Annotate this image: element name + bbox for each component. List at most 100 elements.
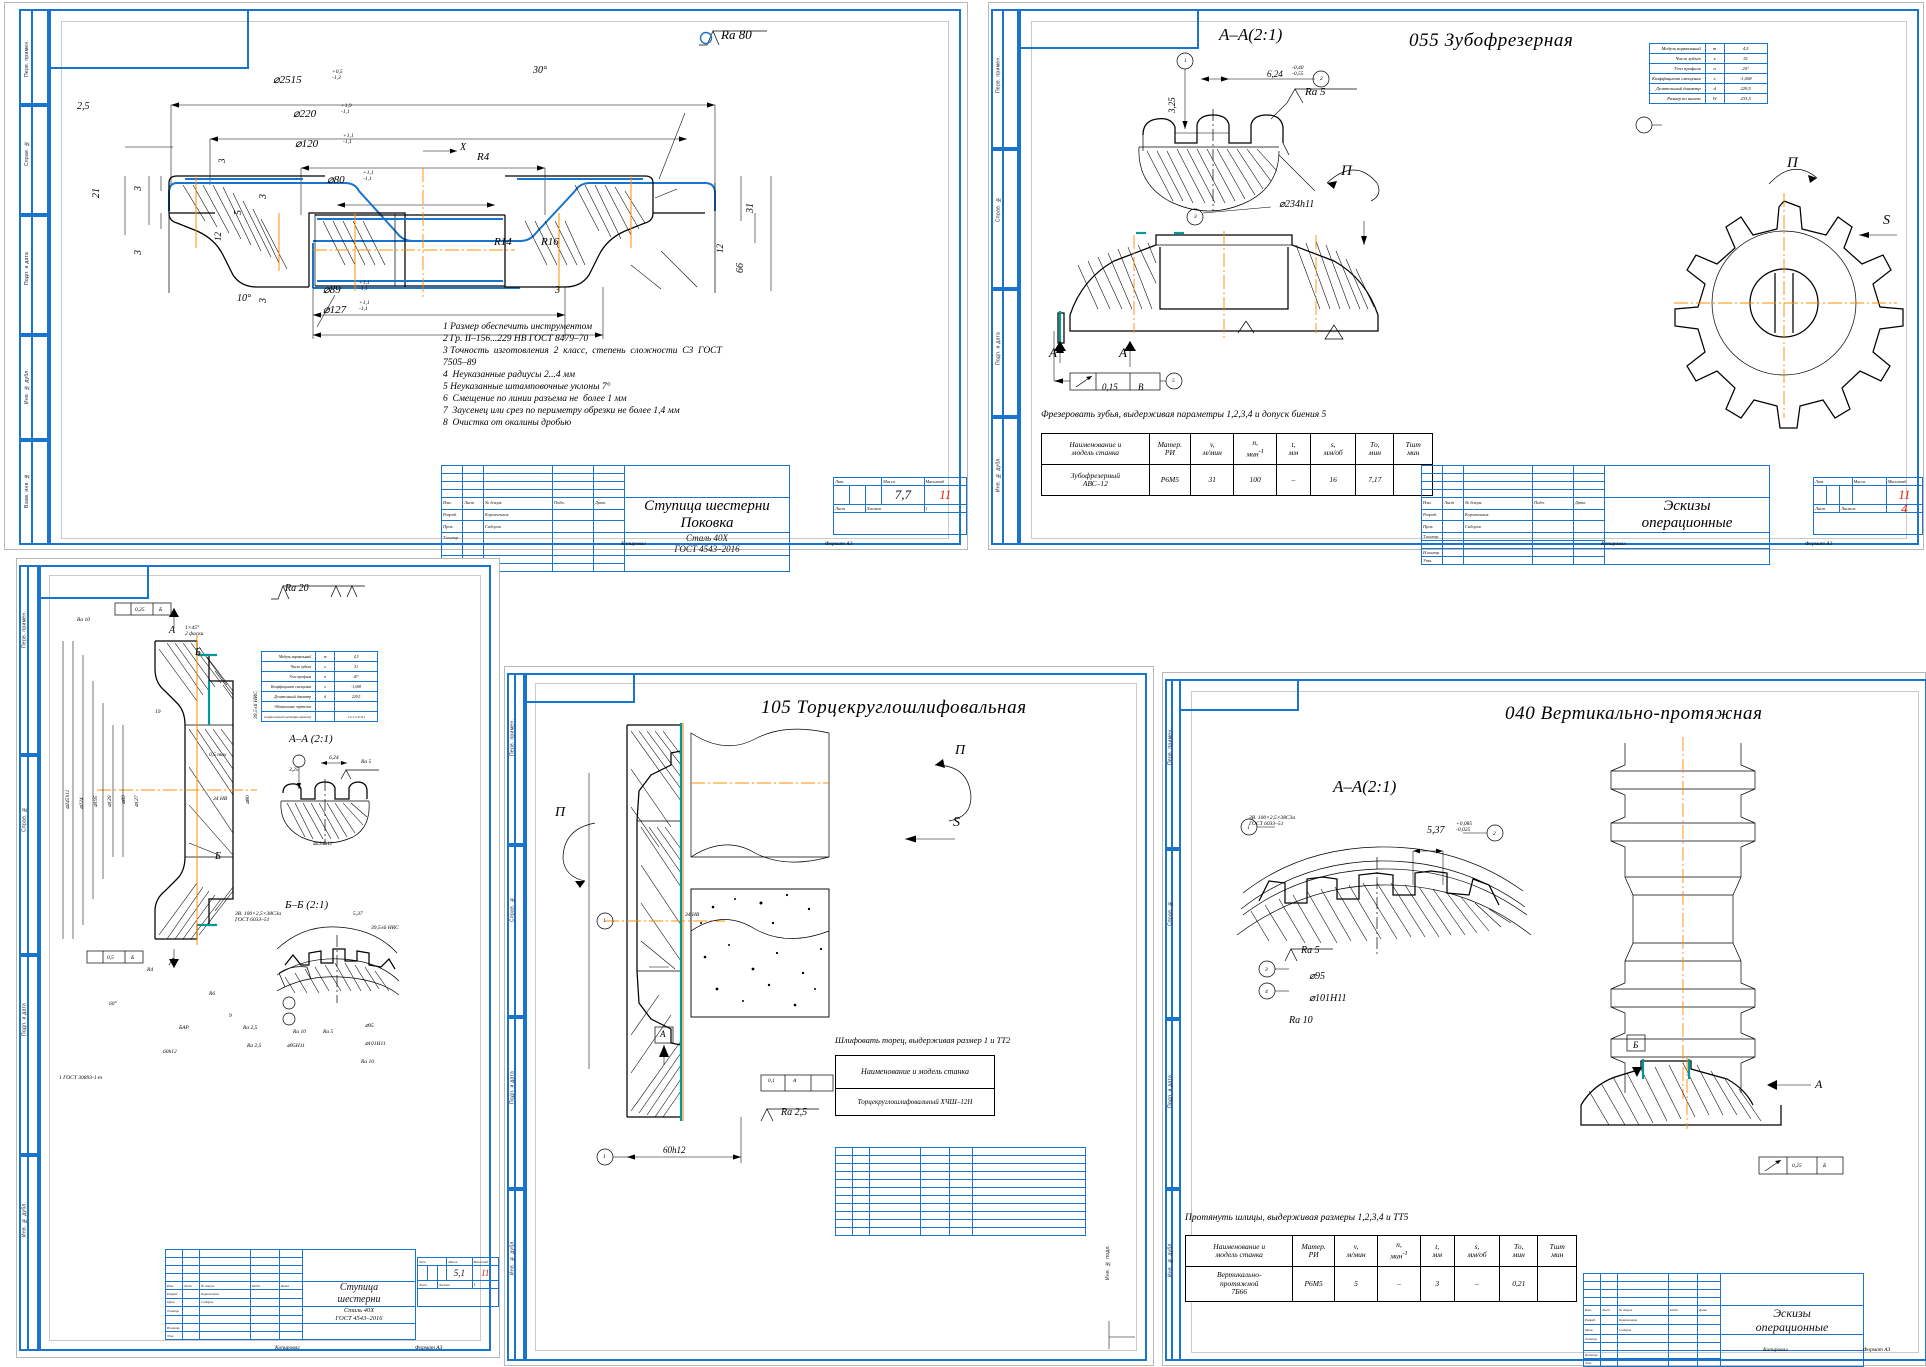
sheet2-side-label-2: Справ. № (995, 196, 1002, 222)
sheet-part-detail: Перв. примен. Справ. № Подп. и дата Инв.… (16, 558, 500, 1358)
s5-cut-hdr-to: То, мин (1499, 1235, 1539, 1267)
sheet3-aa-d234: ⌀234h11 (313, 841, 333, 847)
s2-stamp-row-blank (1421, 540, 1443, 549)
s2-list-hdr: Лист (1812, 504, 1841, 513)
tech-note-1: 1 Размер обеспечить инструментом (443, 322, 593, 332)
sheet3-corner-tab (39, 565, 149, 599)
s5-cut-val-machine: Вертикально-протяжной 7Б66 (1184, 1266, 1294, 1302)
sheet5-pos3: 3 (1265, 967, 1268, 973)
s5-row-nkontr: Н.контр. (1583, 1350, 1601, 1359)
sheet2-datum-a-left: А (1049, 345, 1057, 360)
sheet3-view-aa-label: А–А (2:1) (289, 733, 333, 745)
sheet3-tol-top-datum: Б (159, 607, 163, 613)
sheet5-side-label-3: Подп. и дата (1167, 1074, 1174, 1108)
tech-note-7: 7 Заусенец или срез по периметру обрезки… (443, 406, 680, 416)
gear-p4: Коэффициент смещения (1649, 73, 1706, 84)
dim-d89-tol: +1,1 -1,1 (359, 280, 370, 292)
stamp-listov-hdr: Листов (864, 504, 925, 513)
sheet3-r6: R6 (209, 991, 216, 997)
dim-25: 2,5 (77, 101, 90, 112)
sheet3-tol-bot: 0,5 (107, 955, 114, 961)
sheet4-side-label-1: Перв. примен. (509, 718, 516, 756)
dim-3c: 3 (258, 194, 269, 199)
sheet2-main-section (1053, 221, 1379, 391)
sheet5-tolerance-frame (1758, 1156, 1844, 1175)
stamp-material: Сталь 40Х ГОСТ 4543–2016 (624, 532, 790, 556)
cut-val-to: 7,17 (1355, 464, 1395, 496)
tech-note-6: 6 Смещение по линии разъема не более 1 м… (443, 394, 627, 404)
s2-stamp-col-dokum: № докум. (1463, 497, 1533, 510)
s3-scale-value: 11 (471, 1265, 500, 1281)
s3-gear-p5: Делительный диаметр (260, 691, 317, 702)
dim-30deg: 30° (533, 65, 547, 76)
sheet5-pos1: 1 (1247, 825, 1250, 831)
cut-hdr-t: t, мм (1275, 433, 1312, 465)
s2-listov-value: 4 (1885, 502, 1924, 515)
s3-lit-hdr: Лит. (416, 1257, 448, 1266)
part-name-line1: Ступица шестерни (644, 498, 770, 514)
sheet3-60deg: 60° (109, 1001, 117, 1007)
dim-d120-tol: +1,1 -1,1 (343, 133, 354, 145)
sheet5-d95: ⌀95 (1309, 971, 1326, 982)
sheet3-d89: ⌀89 (121, 795, 127, 804)
stamp-row-tkontr: Т.контр. (441, 532, 463, 545)
forging-cross-section (124, 102, 772, 339)
s3-gear-p6: Обозначение чертежа (260, 701, 317, 712)
sheet3-bb-537: 5,37 (353, 911, 363, 917)
s3-stamp-part-name: Ступица шестерни (302, 1281, 416, 1307)
sheet3-label-a-bot: А (169, 957, 176, 968)
dim-66: 66 (735, 263, 746, 273)
dim-10deg: 10° (237, 293, 251, 304)
s5-cut-val-material: Р6М5 (1292, 1266, 1335, 1302)
dim-d127: ⌀127 (323, 304, 347, 316)
s3-name-1: Коровченков (199, 1289, 251, 1299)
sheet3-footer-left: Копировал (275, 1345, 300, 1351)
dim-r14: R14 (494, 236, 512, 248)
sheet2-title-block-right: Лит. Масса Масштаб 11 Лист Листов 4 (1812, 477, 1924, 535)
dim-3a: 3 (133, 186, 144, 191)
s5-cut-hdr-n: n, мин-1 (1377, 1235, 1421, 1267)
gear-s6: W (1704, 93, 1725, 104)
sheet4-60h12: 60h12 (663, 1145, 686, 1155)
s3-gear-p2: Число зубьев (260, 661, 317, 672)
sheet3-d127: ⌀127 (134, 795, 140, 807)
s5-col-izm: Изм. (1583, 1305, 1601, 1316)
dim-r16: R16 (541, 236, 559, 248)
s5-cut-val-tsht (1537, 1266, 1577, 1302)
sheet4-ra25: Ra 2,5 (781, 1107, 808, 1118)
sheet4-pos1b: 1 (603, 1154, 606, 1160)
gear-s4: x (1704, 73, 1725, 84)
sheet3-d195: ⌀195 (93, 795, 99, 807)
sheet1-footer-left: Копировал (621, 541, 646, 547)
sheet3-bb-ra10: Ra 10 (293, 1029, 306, 1035)
cut-hdr-n: n, мин-1 (1233, 433, 1277, 465)
s3-listov-value: 1 (471, 1280, 500, 1289)
sheet2-gear-params-table: Модуль нормальный m 4,5 Число зубьев z 5… (1649, 43, 1768, 104)
sheet4-motion-s: S (953, 815, 960, 830)
sheet3-hrc: 39,5±6 HRC (253, 691, 259, 719)
s2-stamp-name-1: Коровченков (1463, 508, 1533, 522)
s3-mass-value: 5,1 (446, 1265, 473, 1281)
s3-gear-s5: d (315, 691, 336, 702)
material-line1: Сталь 40Х (685, 533, 728, 543)
stamp-col-podp: Подп. (552, 497, 594, 510)
sheet2-dim-624-tol: -0,40 -0,55 (1292, 65, 1304, 77)
sheet3-title-block-right: Лит. Масса Масштаб 5,1 11 Лист Листов 1 (416, 1257, 500, 1307)
s5-row-blank (1583, 1342, 1601, 1351)
dim-d2515-tol: +0,5 -1,3 (332, 69, 343, 81)
stamp-row-razrab: Разраб. (441, 508, 463, 522)
hob-cutter-front-view (1674, 193, 1904, 429)
sheet5-operation-title: 040 Вертикально-протяжная (1505, 703, 1763, 724)
dim-21: 21 (91, 188, 102, 198)
dim-d220-tol: +1,9 -1,1 (341, 103, 352, 115)
sheet4-motion-p-right: П (955, 743, 966, 758)
dim-d80-tol: +1,1 -1,1 (363, 170, 374, 182)
sheet2-ra5-label: Ra 5 (1305, 86, 1326, 98)
sheet5-dim-537-tol: +0,085 -0,025 (1456, 821, 1473, 833)
dim-12b: 12 (715, 244, 725, 253)
sheet3-label-a-top: А (169, 625, 176, 636)
stamp-part-name: Ступица шестерни Поковка (624, 497, 790, 533)
stamp-col-list: Лист (462, 497, 484, 510)
stamp-massa-hdr: Масса (881, 477, 925, 486)
s5-name-2: Сидоров (1617, 1324, 1669, 1335)
